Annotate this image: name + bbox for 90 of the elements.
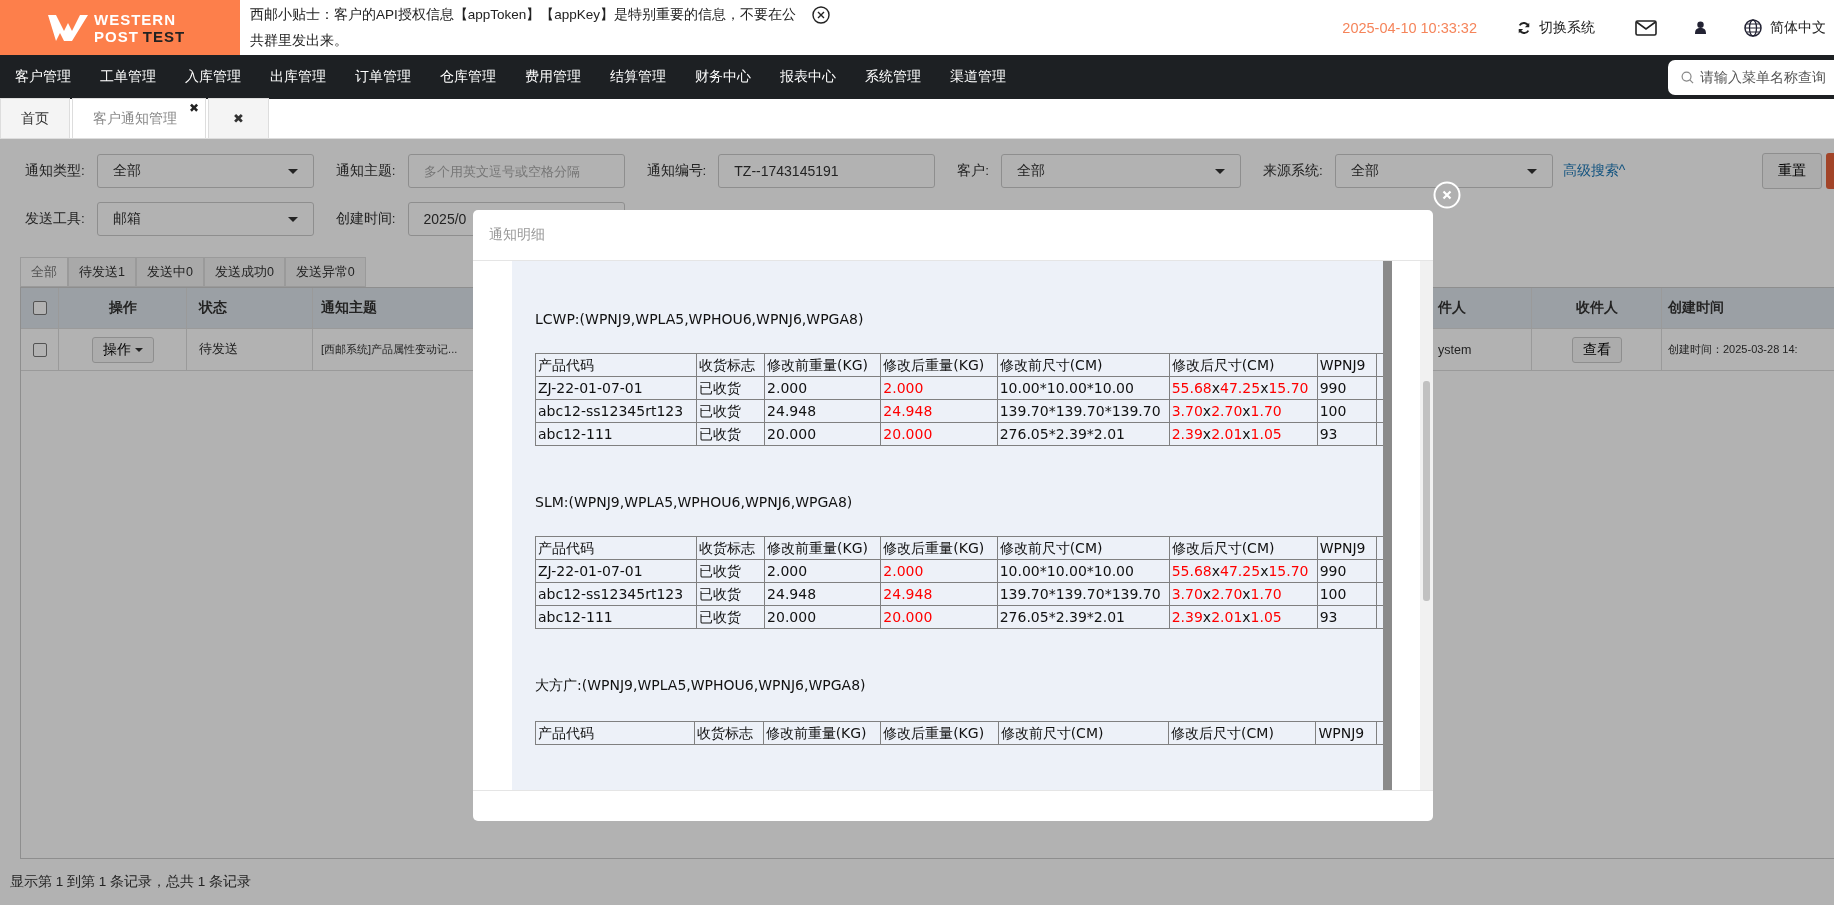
section-heading: LCWP:(WPNJ9,WPLA5,WPHOU6,WPNJ6,WPGA8) [535, 311, 865, 327]
filter-label: 创建时间: [335, 210, 396, 228]
column-header: 状态 [199, 299, 227, 317]
column-header: WPNJ9 [1315, 721, 1377, 745]
tip-text: 西邮小贴士：客户的API授权信息【appToken】【appKey】是特别重要的信息，不要在公共群里发出来。 [250, 5, 798, 50]
column-header: 修改后尺寸(CM) [1169, 536, 1318, 560]
column-header: WPNJ9 [1317, 353, 1377, 377]
column-header: 操作 [108, 299, 137, 317]
table-cell: 待发送 [199, 341, 238, 358]
column-header: 收货标志 [696, 536, 765, 560]
table-cell: ystem [1438, 342, 1472, 357]
column-header: 产品代码 [535, 353, 697, 377]
table-cell: 276.05*2.39*2.01 [997, 422, 1170, 446]
table-cell: 3.70x2.70x1.70 [1169, 399, 1318, 423]
table-cell: 2.39x2.01x1.05 [1169, 422, 1318, 446]
table-cell: 24.948 [764, 582, 881, 606]
table-cell: ZJ-22-01-07-01 [535, 559, 697, 583]
column-header: 修改前尺寸(CM) [997, 536, 1170, 560]
filter-label: 客户: [957, 162, 990, 180]
filter-label: 发送工具: [25, 210, 85, 228]
table-cell: 已收货 [696, 399, 765, 423]
column-header: 收件人 [1575, 299, 1618, 317]
table-cell: 93 [1317, 605, 1377, 629]
table-cell: 990 [1317, 376, 1377, 400]
table-cell: 已收货 [696, 376, 765, 400]
table-cell: 3.70x2.70x1.70 [1169, 582, 1318, 606]
table-cell: 2.39x2.01x1.05 [1169, 605, 1318, 629]
table-cell: 已收货 [696, 582, 765, 606]
table-cell: 100 [1317, 399, 1377, 423]
table-cell: 2.000 [880, 559, 998, 583]
column-header: 收货标志 [696, 353, 765, 377]
logo-text: TEST [142, 27, 186, 45]
table-cell: 已收货 [696, 559, 765, 583]
table-cell: 24.948 [764, 399, 881, 423]
table-cell: 55.68x47.25x15.70 [1169, 559, 1318, 583]
column-header: 收货标志 [694, 721, 764, 745]
modal-title: 通知明细 [489, 226, 545, 244]
table-cell: abc12-ss12345rt123 [535, 582, 697, 606]
column-header: 通知主题 [321, 299, 377, 317]
table-cell: 276.05*2.39*2.01 [997, 605, 1170, 629]
table-cell: 24.948 [880, 399, 998, 423]
column-header: WPNJ9 [1317, 536, 1377, 560]
table-cell: 20.000 [764, 605, 881, 629]
table-cell: 24.948 [880, 582, 998, 606]
filter-label: 通知类型: [25, 162, 85, 180]
column-header: 修改前尺寸(CM) [997, 353, 1170, 377]
table-cell: 20.000 [764, 422, 881, 446]
column-header: 件人 [1438, 299, 1466, 317]
table-cell: 2.000 [880, 376, 998, 400]
filter-label: 来源系统: [1263, 162, 1323, 180]
filter-label: 通知编号: [646, 162, 707, 180]
section-heading: SLM:(WPNJ9,WPLA5,WPHOU6,WPNJ6,WPGA8) [535, 494, 854, 510]
column-header: 产品代码 [535, 536, 697, 560]
column-header: 修改后重量(KG) [880, 536, 998, 560]
table-cell: 已收货 [696, 422, 765, 446]
datetime: 2025-04-10 10:33:32 [1342, 19, 1477, 36]
pagination-info: 显示第 1 到第 1 条记录，总共 1 条记录 [10, 874, 252, 889]
table-cell: 139.70*139.70*139.70 [997, 582, 1170, 606]
table-cell: 990 [1317, 559, 1377, 583]
column-header: 修改后重量(KG) [880, 353, 998, 377]
table-cell: abc12-111 [535, 605, 697, 629]
filter-label: 通知主题: [335, 162, 396, 180]
table-cell: 创建时间：2025-03-28 14: [1668, 342, 1798, 357]
section-heading: 大方广:(WPNJ9,WPLA5,WPHOU6,WPNJ6,WPGA8) [535, 677, 867, 695]
column-header: 修改前重量(KG) [763, 721, 881, 745]
table-cell: 10.00*10.00*10.00 [997, 559, 1170, 583]
column-header: 修改后重量(KG) [880, 721, 999, 745]
column-header: 修改后尺寸(CM) [1169, 353, 1318, 377]
column-header: 产品代码 [535, 721, 695, 745]
column-header: 修改前尺寸(CM) [998, 721, 1169, 745]
table-cell: 100 [1317, 582, 1377, 606]
column-header: 修改前重量(KG) [764, 353, 881, 377]
table-cell: [西邮系统]产品属性变动记... [321, 342, 458, 357]
table-cell: 10.00*10.00*10.00 [997, 376, 1170, 400]
column-header: 修改后尺寸(CM) [1168, 721, 1316, 745]
table-cell: 2.000 [764, 376, 881, 400]
table-cell: abc12-ss12345rt123 [535, 399, 697, 423]
table-cell: 2.000 [764, 559, 881, 583]
table-cell: 20.000 [880, 605, 998, 629]
table-cell: 20.000 [880, 422, 998, 446]
column-header: 创建时间 [1668, 299, 1724, 317]
logo-text: POST [94, 27, 139, 45]
table-cell: ZJ-22-01-07-01 [535, 376, 697, 400]
table-cell: abc12-111 [535, 422, 697, 446]
column-header: 修改前重量(KG) [764, 536, 881, 560]
logo-text: WESTERN [94, 10, 177, 28]
table-cell: 已收货 [696, 605, 765, 629]
table-cell: 55.68x47.25x15.70 [1169, 376, 1318, 400]
table-cell: 139.70*139.70*139.70 [997, 399, 1170, 423]
table-cell: 93 [1317, 422, 1377, 446]
